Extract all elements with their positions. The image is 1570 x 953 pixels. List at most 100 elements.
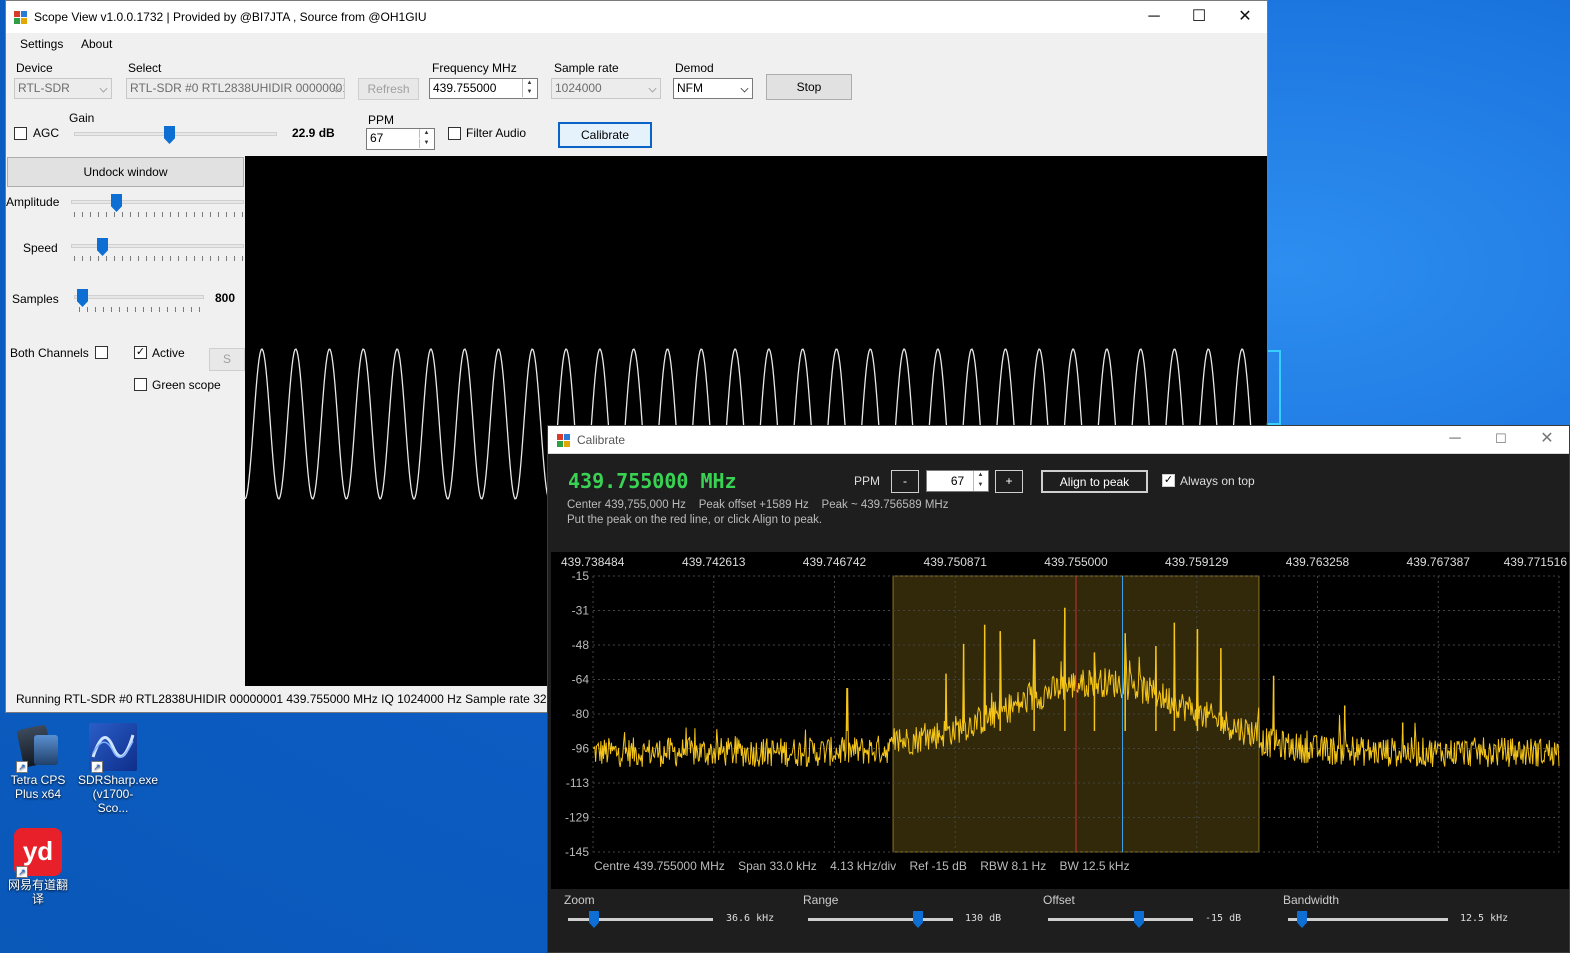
y-tick-label: -129 [565, 811, 589, 825]
window-title: Scope View v1.0.0.1732 | Provided by @BI… [34, 10, 427, 24]
s-button[interactable]: S [209, 348, 245, 371]
undock-window-button[interactable]: Undock window [7, 157, 244, 187]
y-tick-label: -64 [572, 673, 590, 687]
calibrate-title-bar: Calibrate ─ ☐ ✕ [548, 426, 1569, 454]
samples-label: Samples [12, 292, 59, 306]
y-tick-label: -145 [565, 845, 589, 859]
x-tick-label: 439.771516 [1504, 555, 1568, 569]
ppm-plus-button[interactable]: + [995, 470, 1023, 493]
bandwidth-label: Bandwidth [1283, 893, 1340, 907]
speed-slider-thumb[interactable] [97, 238, 108, 256]
samples-slider-track[interactable] [74, 295, 204, 299]
sample-rate-value: 1024000 [555, 81, 602, 95]
desktop-icon-sdrsharp[interactable]: ↗ SDRSharp.exe (v1700-Sco... [78, 723, 158, 815]
tetra-cps-icon: ↗ [14, 723, 62, 773]
device-select[interactable]: RTL-SDR [14, 78, 112, 99]
range-value: 130 dB [965, 913, 1002, 924]
range-slider-thumb[interactable] [913, 911, 923, 928]
x-tick-label: 439.742613 [682, 555, 746, 569]
spin-up-icon[interactable]: ▲ [973, 471, 987, 481]
range-label: Range [803, 893, 839, 907]
filter-audio-checkbox[interactable] [448, 127, 461, 140]
agc-checkbox[interactable] [14, 127, 27, 140]
spin-up-icon[interactable]: ▲ [522, 79, 536, 88]
close-button[interactable]: ✕ [1524, 426, 1569, 454]
speed-slider-track[interactable] [71, 244, 244, 248]
maximize-button[interactable]: ☐ [1478, 426, 1524, 454]
ppm-input[interactable]: 67 ▲ ▼ [926, 470, 989, 492]
spin-down-icon[interactable]: ▼ [419, 139, 433, 148]
samples-ticks [79, 307, 204, 312]
maximize-button[interactable]: ☐ [1176, 1, 1222, 33]
minimize-button[interactable]: ─ [1432, 426, 1478, 454]
frequency-input[interactable]: 439.755000 ▲ ▼ [429, 78, 538, 99]
app-icon [557, 434, 570, 447]
spectrum-footer: Centre 439.755000 MHz Span 33.0 kHz 4.13… [594, 859, 1130, 873]
status-bar: Running RTL-SDR #0 RTL2838UHIDIR 0000000… [16, 692, 551, 706]
menu-about[interactable]: About [81, 37, 112, 51]
title-bar: Scope View v1.0.0.1732 | Provided by @BI… [6, 1, 1267, 33]
gain-value: 22.9 dB [292, 126, 335, 140]
zoom-label: Zoom [564, 893, 595, 907]
device-value: RTL-SDR [18, 81, 70, 95]
both-channels-checkbox[interactable] [95, 346, 108, 359]
ppm-label: PPM [854, 474, 881, 488]
window-snap-outline [1268, 350, 1281, 425]
sample-rate-label: Sample rate [554, 61, 619, 75]
frequency-value: 439.755000 [433, 81, 497, 95]
offset-slider-thumb[interactable] [1134, 911, 1144, 928]
bandwidth-slider-track[interactable] [1288, 918, 1448, 921]
spin-up-icon[interactable]: ▲ [419, 129, 433, 138]
samples-value: 800 [215, 291, 236, 305]
samples-slider-thumb[interactable] [77, 289, 88, 307]
chevron-down-icon [99, 84, 108, 93]
spin-down-icon[interactable]: ▼ [522, 88, 536, 97]
zoom-slider-thumb[interactable] [589, 911, 599, 928]
spectrum-chart: -15 -31 -48 -64 -80 -96 -113 -129 -145 439.738484… [561, 555, 1568, 859]
sample-rate-select[interactable]: 1024000 [551, 78, 661, 99]
demod-value: NFM [677, 81, 703, 95]
calibrate-button[interactable]: Calibrate [558, 122, 652, 148]
x-tick-label: 439.767387 [1407, 555, 1471, 569]
chevron-down-icon [740, 84, 749, 93]
desktop-icon-tetra-cps[interactable]: ↗ Tetra CPS Plus x64 [3, 723, 73, 801]
green-scope-checkbox[interactable] [134, 378, 147, 391]
spin-down-icon[interactable]: ▼ [973, 481, 987, 491]
stop-button[interactable]: Stop [766, 74, 852, 100]
refresh-button[interactable]: Refresh [358, 78, 419, 100]
range-slider-track[interactable] [808, 918, 953, 921]
ppm-minus-button[interactable]: - [891, 470, 919, 493]
x-tick-label: 439.738484 [561, 555, 625, 569]
desktop-icon-youdao[interactable]: yd ↗ 网易有道翻 译 [3, 828, 73, 906]
amplitude-slider-thumb[interactable] [111, 194, 122, 212]
minimize-button[interactable]: ─ [1131, 1, 1177, 33]
bandwidth-slider-thumb[interactable] [1297, 911, 1307, 928]
speed-ticks [74, 256, 244, 261]
calibrate-title: Calibrate [577, 433, 626, 447]
amplitude-slider-track[interactable] [71, 200, 244, 204]
green-scope-label: Green scope [152, 378, 221, 392]
close-button[interactable]: ✕ [1222, 1, 1267, 33]
gain-slider-thumb[interactable] [164, 126, 175, 144]
chevron-down-icon [648, 84, 657, 93]
zoom-value: 36.6 kHz [726, 913, 775, 924]
ppm-input[interactable]: 67 ▲ ▼ [366, 128, 435, 150]
menu-settings[interactable]: Settings [20, 37, 63, 51]
y-tick-label: -31 [572, 604, 590, 618]
desktop-icon-label: Tetra CPS [10, 773, 66, 787]
offset-slider-track[interactable] [1048, 918, 1193, 921]
demod-select[interactable]: NFM [673, 78, 753, 99]
amplitude-ticks [74, 212, 244, 217]
always-on-top-checkbox[interactable]: ✓ [1162, 474, 1175, 487]
select-value: RTL-SDR #0 RTL2838UHIDIR 00000001 [130, 81, 345, 95]
frequency-readout: 439.755000 MHz [568, 469, 737, 493]
spectrum-panel[interactable]: -15 -31 -48 -64 -80 -96 -113 -129 -145 439.738484… [551, 552, 1569, 889]
gain-slider-track[interactable] [74, 132, 277, 136]
device-instance-select[interactable]: RTL-SDR #0 RTL2838UHIDIR 00000001 [126, 78, 345, 99]
youdao-icon: yd ↗ [14, 828, 62, 878]
active-checkbox[interactable]: ✓ [134, 346, 147, 359]
calibration-info: Center 439,755,000 Hz Peak offset +1589 … [567, 499, 949, 511]
calibrate-window: Calibrate ─ ☐ ✕ 439.755000 MHz PPM - 67 … [547, 425, 1570, 953]
align-to-peak-button[interactable]: Align to peak [1041, 470, 1148, 493]
y-tick-label: -113 [566, 776, 589, 790]
